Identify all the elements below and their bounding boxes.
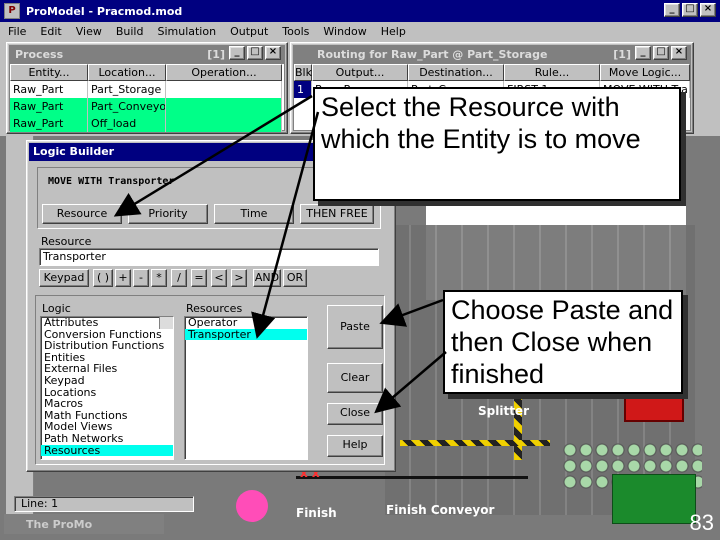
process-window: Process [1] _ □ × Entity... Location... … xyxy=(6,42,288,134)
column-header-output[interactable]: Output... xyxy=(312,64,408,81)
menu-window[interactable]: Window xyxy=(323,25,366,38)
menu-simulation[interactable]: Simulation xyxy=(157,25,216,38)
list-item[interactable]: Macros xyxy=(41,398,173,410)
process-table: Entity... Location... Operation... Raw_P… xyxy=(9,63,285,132)
column-header-entity[interactable]: Entity... xyxy=(10,64,88,81)
keypad-multiply-button[interactable]: * xyxy=(151,269,167,287)
column-header-operation[interactable]: Operation... xyxy=(166,64,282,81)
process-titlebar: Process [1] _ □ × xyxy=(9,45,285,63)
routing-minimize-button[interactable]: _ xyxy=(635,46,651,60)
keypad-and-button[interactable]: AND xyxy=(253,269,281,287)
table-row[interactable]: Raw_Part Off_load xyxy=(10,115,284,132)
list-item[interactable]: Operator xyxy=(185,317,307,329)
routing-titlebar: Routing for Raw_Part @ Part_Storage [1] … xyxy=(293,45,691,63)
hazard-stripe xyxy=(400,440,550,446)
menu-view[interactable]: View xyxy=(76,25,102,38)
column-header-destination[interactable]: Destination... xyxy=(408,64,504,81)
app-titlebar: P ProModel - Pracmod.mod _ □ × xyxy=(0,0,720,22)
column-header-rule[interactable]: Rule... xyxy=(504,64,600,81)
column-header-location[interactable]: Location... xyxy=(88,64,166,81)
statement-text: MOVE WITH Transporter xyxy=(48,176,175,187)
keypad-button[interactable]: Keypad xyxy=(39,269,89,287)
menu-help[interactable]: Help xyxy=(381,25,406,38)
time-param-button[interactable]: Time xyxy=(214,204,294,224)
green-bin xyxy=(612,474,696,524)
process-maximize-button[interactable]: □ xyxy=(247,46,263,60)
column-header-move-logic[interactable]: Move Logic... xyxy=(600,64,690,81)
callout-paste-close: Choose Paste and then Close when finishe… xyxy=(443,290,683,394)
finish-marker xyxy=(236,490,268,522)
menu-edit[interactable]: Edit xyxy=(40,25,61,38)
routing-close-button[interactable]: × xyxy=(671,46,687,60)
splitter-label: Splitter xyxy=(478,404,529,418)
list-item[interactable]: Keypad xyxy=(41,375,173,387)
menu-file[interactable]: File xyxy=(8,25,26,38)
resource-field-label: Resource xyxy=(41,235,92,248)
process-close-button[interactable]: × xyxy=(265,46,281,60)
list-item[interactable]: Attributes xyxy=(41,317,173,329)
minimize-button[interactable]: _ xyxy=(664,3,680,17)
routing-count: [1] xyxy=(613,47,631,61)
resources-list-header: Resources xyxy=(186,302,243,315)
menu-output[interactable]: Output xyxy=(230,25,268,38)
status-line: Line: 1 xyxy=(14,496,194,512)
keypad-parens-button[interactable]: ( ) xyxy=(93,269,113,287)
list-item[interactable]: Transporter xyxy=(185,328,307,341)
page-number: 83 xyxy=(689,510,714,535)
table-row[interactable]: Raw_Part Part_Storage xyxy=(10,81,284,98)
resource-input[interactable]: Transporter xyxy=(39,248,379,266)
app-title: ProModel - Pracmod.mod xyxy=(26,4,183,18)
keypad-or-button[interactable]: OR xyxy=(283,269,307,287)
close-dialog-button[interactable]: Close xyxy=(327,403,383,425)
paste-button[interactable]: Paste xyxy=(327,305,383,349)
menu-tools[interactable]: Tools xyxy=(282,25,309,38)
logic-listbox[interactable]: Attributes Conversion Functions Distribu… xyxy=(40,316,174,460)
taskbar-item[interactable]: The ProMo xyxy=(4,514,164,534)
routing-title: Routing for Raw_Part @ Part_Storage xyxy=(317,47,548,61)
finish-label: Finish xyxy=(296,506,337,520)
close-button[interactable]: × xyxy=(700,3,716,17)
logic-builder-title: Logic Builder xyxy=(33,145,115,158)
keypad-less-button[interactable]: < xyxy=(211,269,227,287)
process-title: Process xyxy=(15,47,64,61)
routing-maximize-button[interactable]: □ xyxy=(653,46,669,60)
keypad-divide-button[interactable]: / xyxy=(171,269,187,287)
app-icon: P xyxy=(4,3,20,19)
column-header-blk[interactable]: Blk xyxy=(294,64,312,81)
menu-bar: File Edit View Build Simulation Output T… xyxy=(0,22,720,40)
clear-button[interactable]: Clear xyxy=(327,363,383,393)
maximize-button[interactable]: □ xyxy=(682,3,698,17)
then-free-param-button[interactable]: THEN FREE xyxy=(300,204,374,224)
process-count: [1] xyxy=(207,47,225,61)
keypad-greater-button[interactable]: > xyxy=(231,269,247,287)
logic-list-header: Logic xyxy=(42,302,71,315)
priority-param-button[interactable]: Priority xyxy=(128,204,208,224)
keypad-plus-button[interactable]: + xyxy=(115,269,131,287)
resource-param-button[interactable]: Resource xyxy=(42,204,122,224)
keypad-minus-button[interactable]: - xyxy=(133,269,149,287)
keypad-equals-button[interactable]: = xyxy=(191,269,207,287)
finish-conveyor-line xyxy=(296,476,528,479)
logic-scrollbar[interactable] xyxy=(159,317,173,329)
red-machine-icon xyxy=(624,390,684,422)
list-item[interactable]: Path Networks xyxy=(41,433,173,445)
process-minimize-button[interactable]: _ xyxy=(229,46,245,60)
resources-listbox[interactable]: Operator Transporter xyxy=(184,316,308,460)
menu-build[interactable]: Build xyxy=(116,25,144,38)
callout-select-resource: Select the Resource with which the Entit… xyxy=(313,87,681,201)
finish-conveyor-label: Finish Conveyor xyxy=(386,503,495,517)
list-item[interactable]: Resources xyxy=(41,444,173,457)
table-row[interactable]: Raw_Part Part_Conveyor xyxy=(10,98,284,115)
help-button[interactable]: Help xyxy=(327,435,383,457)
